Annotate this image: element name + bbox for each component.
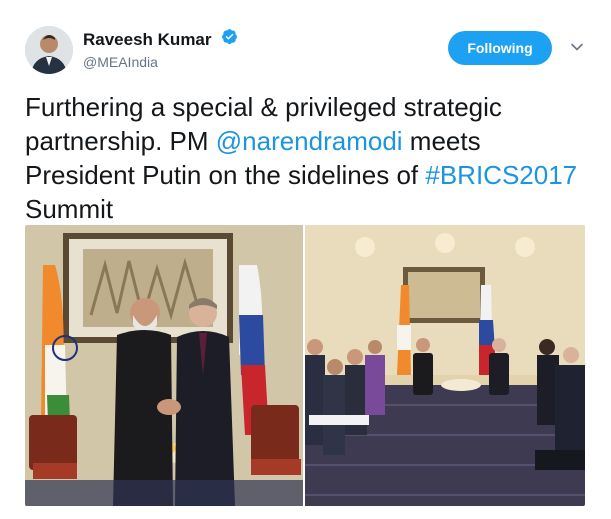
- tweet-text-part: Summit: [25, 194, 114, 224]
- media-grid: [25, 225, 585, 506]
- delegation-photo-image: [305, 225, 585, 506]
- author-info: Raveesh Kumar @MEAIndia: [83, 28, 238, 72]
- tweet-header: Raveesh Kumar @MEAIndia Following: [25, 24, 586, 76]
- author-handle[interactable]: @MEAIndia: [83, 52, 238, 72]
- following-button[interactable]: Following: [448, 31, 552, 65]
- photo-delegation-meeting[interactable]: [305, 225, 585, 506]
- profile-photo-icon: [25, 26, 73, 74]
- avatar[interactable]: [25, 26, 73, 74]
- tweet-text: Furthering a special & privileged strate…: [25, 90, 585, 226]
- photo-handshake[interactable]: [25, 225, 303, 506]
- mention-link[interactable]: @narendramodi: [216, 126, 403, 156]
- verified-badge-icon: [222, 29, 237, 45]
- display-name[interactable]: Raveesh Kumar: [83, 30, 212, 50]
- hashtag-link[interactable]: #BRICS2017: [425, 160, 577, 190]
- handshake-photo-image: [25, 225, 303, 506]
- display-name-row: Raveesh Kumar: [83, 28, 238, 50]
- chevron-down-icon[interactable]: [570, 40, 584, 54]
